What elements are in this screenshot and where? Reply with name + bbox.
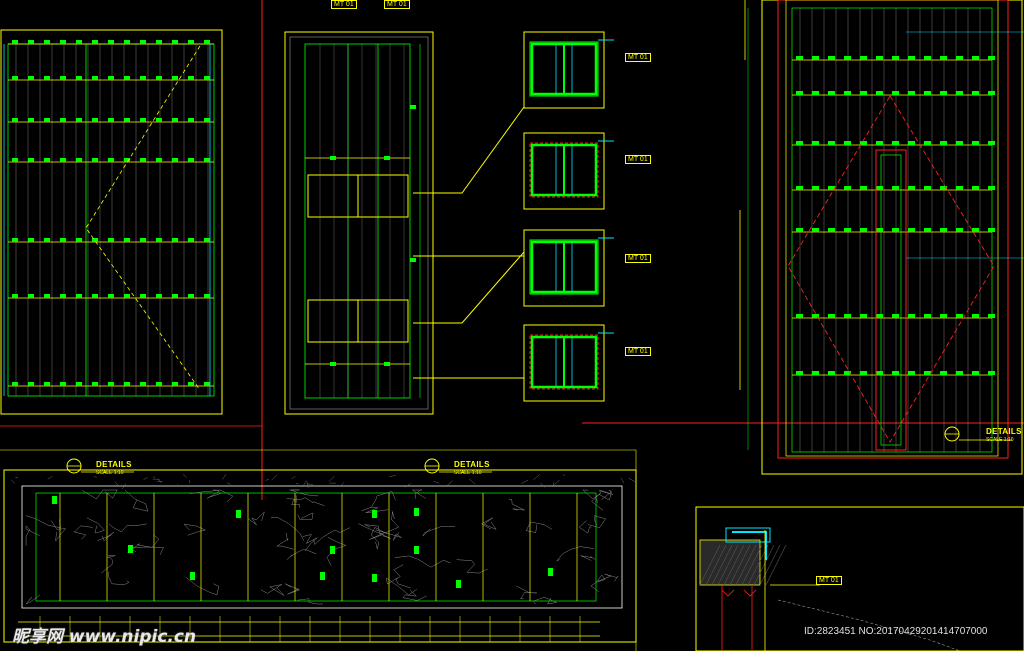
material-tag: MT 01 [816, 576, 842, 585]
material-tag: MT 01 [384, 0, 410, 9]
details-label-1: DETAILS [96, 460, 132, 469]
detail-boxes [523, 31, 614, 402]
watermark-site: 昵享网 www.nipic.cn [12, 627, 197, 647]
details-label-3: DETAILS [986, 427, 1022, 436]
middle-elevation [284, 31, 525, 415]
cad-drawing-canvas: DETAILS SCALE 1:10 DETAILS SCALE 1:10 DE… [0, 0, 1024, 651]
material-tag: MT 01 [625, 155, 651, 164]
material-tag: MT 01 [625, 347, 651, 356]
details-scale-1: SCALE 1:10 [96, 470, 124, 476]
bottom-plan [0, 449, 637, 651]
material-tag: MT 01 [331, 0, 357, 9]
details-label-2: DETAILS [454, 460, 490, 469]
details-scale-2: SCALE 1:10 [454, 470, 482, 476]
right-elevation [739, 0, 1024, 475]
cad-linework [0, 0, 1024, 651]
watermark-id: ID:2823451 NO:20170429201414707000 [804, 626, 988, 637]
left-elevation [0, 29, 223, 415]
details-scale-3: SCALE 1:10 [986, 437, 1014, 443]
material-tag: MT 01 [625, 53, 651, 62]
material-tag: MT 01 [625, 254, 651, 263]
